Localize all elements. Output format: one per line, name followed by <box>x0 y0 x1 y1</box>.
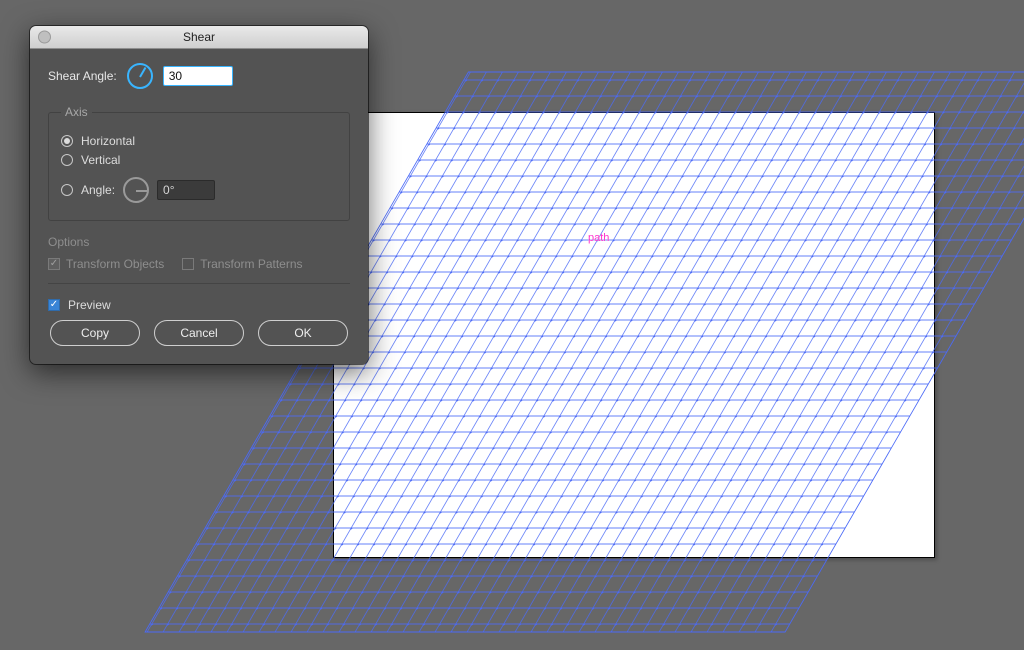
checkbox-icon <box>182 258 194 270</box>
options-legend: Options <box>48 235 350 249</box>
cancel-button[interactable]: Cancel <box>154 320 244 346</box>
preview-option[interactable]: ✓ Preview <box>48 298 350 312</box>
window-traffic-lights <box>38 31 51 44</box>
axis-angle-input[interactable] <box>157 180 215 200</box>
axis-angle-dial[interactable] <box>123 177 149 203</box>
checkbox-icon: ✓ <box>48 299 60 311</box>
axis-group: Axis Horizontal Vertical Angle: <box>48 105 350 221</box>
transform-objects-option: ✓ Transform Objects <box>48 257 164 271</box>
shear-angle-input[interactable] <box>163 66 233 86</box>
transform-patterns-option: Transform Patterns <box>182 257 302 271</box>
options-group: Options ✓ Transform Objects Transform Pa… <box>48 235 350 271</box>
copy-button[interactable]: Copy <box>50 320 140 346</box>
shear-angle-label: Shear Angle: <box>48 69 117 83</box>
radio-icon <box>61 184 73 196</box>
shear-angle-dial[interactable] <box>127 63 153 89</box>
radio-icon <box>61 154 73 166</box>
checkbox-icon: ✓ <box>48 258 60 270</box>
traffic-dot-inactive <box>38 31 51 44</box>
axis-vertical-option[interactable]: Vertical <box>61 153 337 167</box>
axis-vertical-label: Vertical <box>81 153 120 167</box>
axis-horizontal-option[interactable]: Horizontal <box>61 134 337 148</box>
preview-label: Preview <box>68 298 111 312</box>
axis-angle-label: Angle: <box>81 183 115 197</box>
axis-horizontal-label: Horizontal <box>81 134 135 148</box>
axis-angle-option[interactable]: Angle: <box>61 177 337 203</box>
radio-icon <box>61 135 73 147</box>
divider <box>48 283 350 284</box>
axis-legend: Axis <box>61 105 92 119</box>
transform-objects-label: Transform Objects <box>66 257 164 271</box>
dialog-title: Shear <box>183 30 215 44</box>
dialog-titlebar[interactable]: Shear <box>30 26 368 49</box>
ok-button[interactable]: OK <box>258 320 348 346</box>
transform-patterns-label: Transform Patterns <box>200 257 302 271</box>
shear-dialog: Shear Shear Angle: Axis Horizontal Verti… <box>30 26 368 364</box>
